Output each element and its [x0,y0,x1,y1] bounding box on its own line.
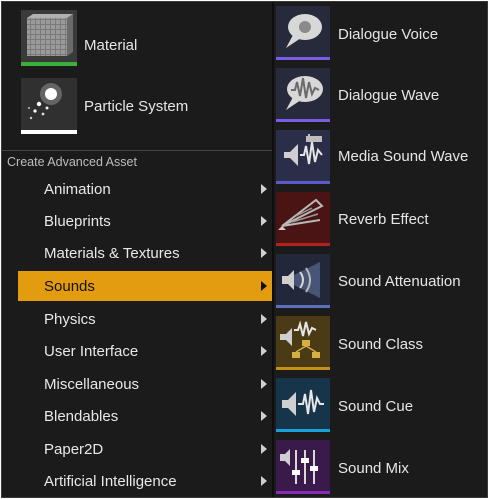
menu-item-sound-class[interactable]: Sound Class [274,316,487,372]
menu-item-sound-attenuation[interactable]: Sound Attenuation [274,254,487,310]
submenu-arrow-icon [261,216,267,226]
category-label: Animation [44,181,111,198]
sound-attenuation-icon [276,254,330,308]
particle-system-label: Particle System [84,98,189,115]
sound-class-category-bar [276,367,330,370]
left-menu-column: Material Particle System Create Advanced… [2,2,274,497]
category-miscellaneous[interactable]: Miscellaneous [18,369,274,399]
menu-item-material[interactable]: Material [2,10,272,70]
submenu-arrow-icon [261,476,267,486]
menu-item-media-sound-wave[interactable]: Media Sound Wave [274,130,487,186]
category-label: Miscellaneous [44,376,140,393]
sound-cue-icon [276,378,330,432]
particle-category-bar [21,130,77,134]
category-label: Blendables [44,408,119,425]
sound-mix-icon [276,440,330,494]
menu-item-reverb-effect[interactable]: Reverb Effect [274,192,487,248]
menu-item-particle-system[interactable]: Particle System [2,78,272,138]
sound-class-icon [276,316,330,370]
reverb-effect-icon [276,192,330,246]
sound-attenuation-category-bar [276,305,330,308]
reverb-effect-category-bar [276,243,330,246]
submenu-arrow-icon [261,444,267,454]
menu-item-dialogue-wave[interactable]: Dialogue Wave [274,68,487,124]
dialogue-voice-icon [276,6,330,60]
submenu-arrow-icon [261,314,267,324]
dialogue-wave-label: Dialogue Wave [338,87,440,104]
media-sound-wave-category-bar [276,181,330,184]
section-header-label: Create Advanced Asset [7,155,137,169]
section-header: Create Advanced Asset [2,150,272,171]
reverb-effect-label: Reverb Effect [338,211,429,228]
category-materials-textures[interactable]: Materials & Textures [18,238,274,268]
sound-mix-category-bar [276,491,330,494]
category-label: Physics [44,311,96,328]
submenu-arrow-icon [261,411,267,421]
category-label: Artificial Intelligence [44,473,177,490]
sound-mix-label: Sound Mix [338,460,409,477]
category-paper2d[interactable]: Paper2D [18,434,274,464]
submenu-arrow-icon [261,184,267,194]
category-label: Paper2D [44,441,104,458]
menu-item-sound-cue[interactable]: Sound Cue [274,378,487,434]
media-sound-wave-icon [276,130,330,184]
particle-system-icon [21,78,77,134]
category-user-interface[interactable]: User Interface [18,336,274,366]
category-label: Blueprints [44,213,111,230]
material-label: Material [84,37,138,54]
sound-class-label: Sound Class [338,336,424,353]
category-sounds[interactable]: Sounds [18,271,274,301]
category-label: User Interface [44,343,139,360]
submenu-arrow-icon [261,379,267,389]
category-blendables[interactable]: Blendables [18,401,274,431]
sounds-submenu: Dialogue Voice Dialogue Wave Media Sound… [274,2,487,497]
dialogue-voice-category-bar [276,57,330,60]
menu-item-dialogue-voice[interactable]: Dialogue Voice [274,6,487,62]
sound-cue-label: Sound Cue [338,398,414,415]
submenu-arrow-icon [261,248,267,258]
sound-cue-category-bar [276,429,330,432]
material-icon [21,10,77,66]
category-artificial-intelligence[interactable]: Artificial Intelligence [18,466,274,496]
dialogue-voice-label: Dialogue Voice [338,26,439,43]
category-blueprints[interactable]: Blueprints [18,206,274,236]
dialogue-wave-category-bar [276,119,330,122]
dialogue-wave-icon [276,68,330,122]
media-sound-wave-label: Media Sound Wave [338,148,469,165]
submenu-arrow-icon [261,346,267,356]
menu-item-sound-mix[interactable]: Sound Mix [274,440,487,496]
category-animation[interactable]: Animation [18,174,274,204]
asset-context-menu: Material Particle System Create Advanced… [1,1,488,498]
sound-attenuation-label: Sound Attenuation [338,273,461,290]
category-label: Materials & Textures [44,245,180,262]
submenu-arrow-icon [261,281,267,291]
material-category-bar [21,62,77,66]
category-physics[interactable]: Physics [18,304,274,334]
category-label: Sounds [44,278,95,295]
